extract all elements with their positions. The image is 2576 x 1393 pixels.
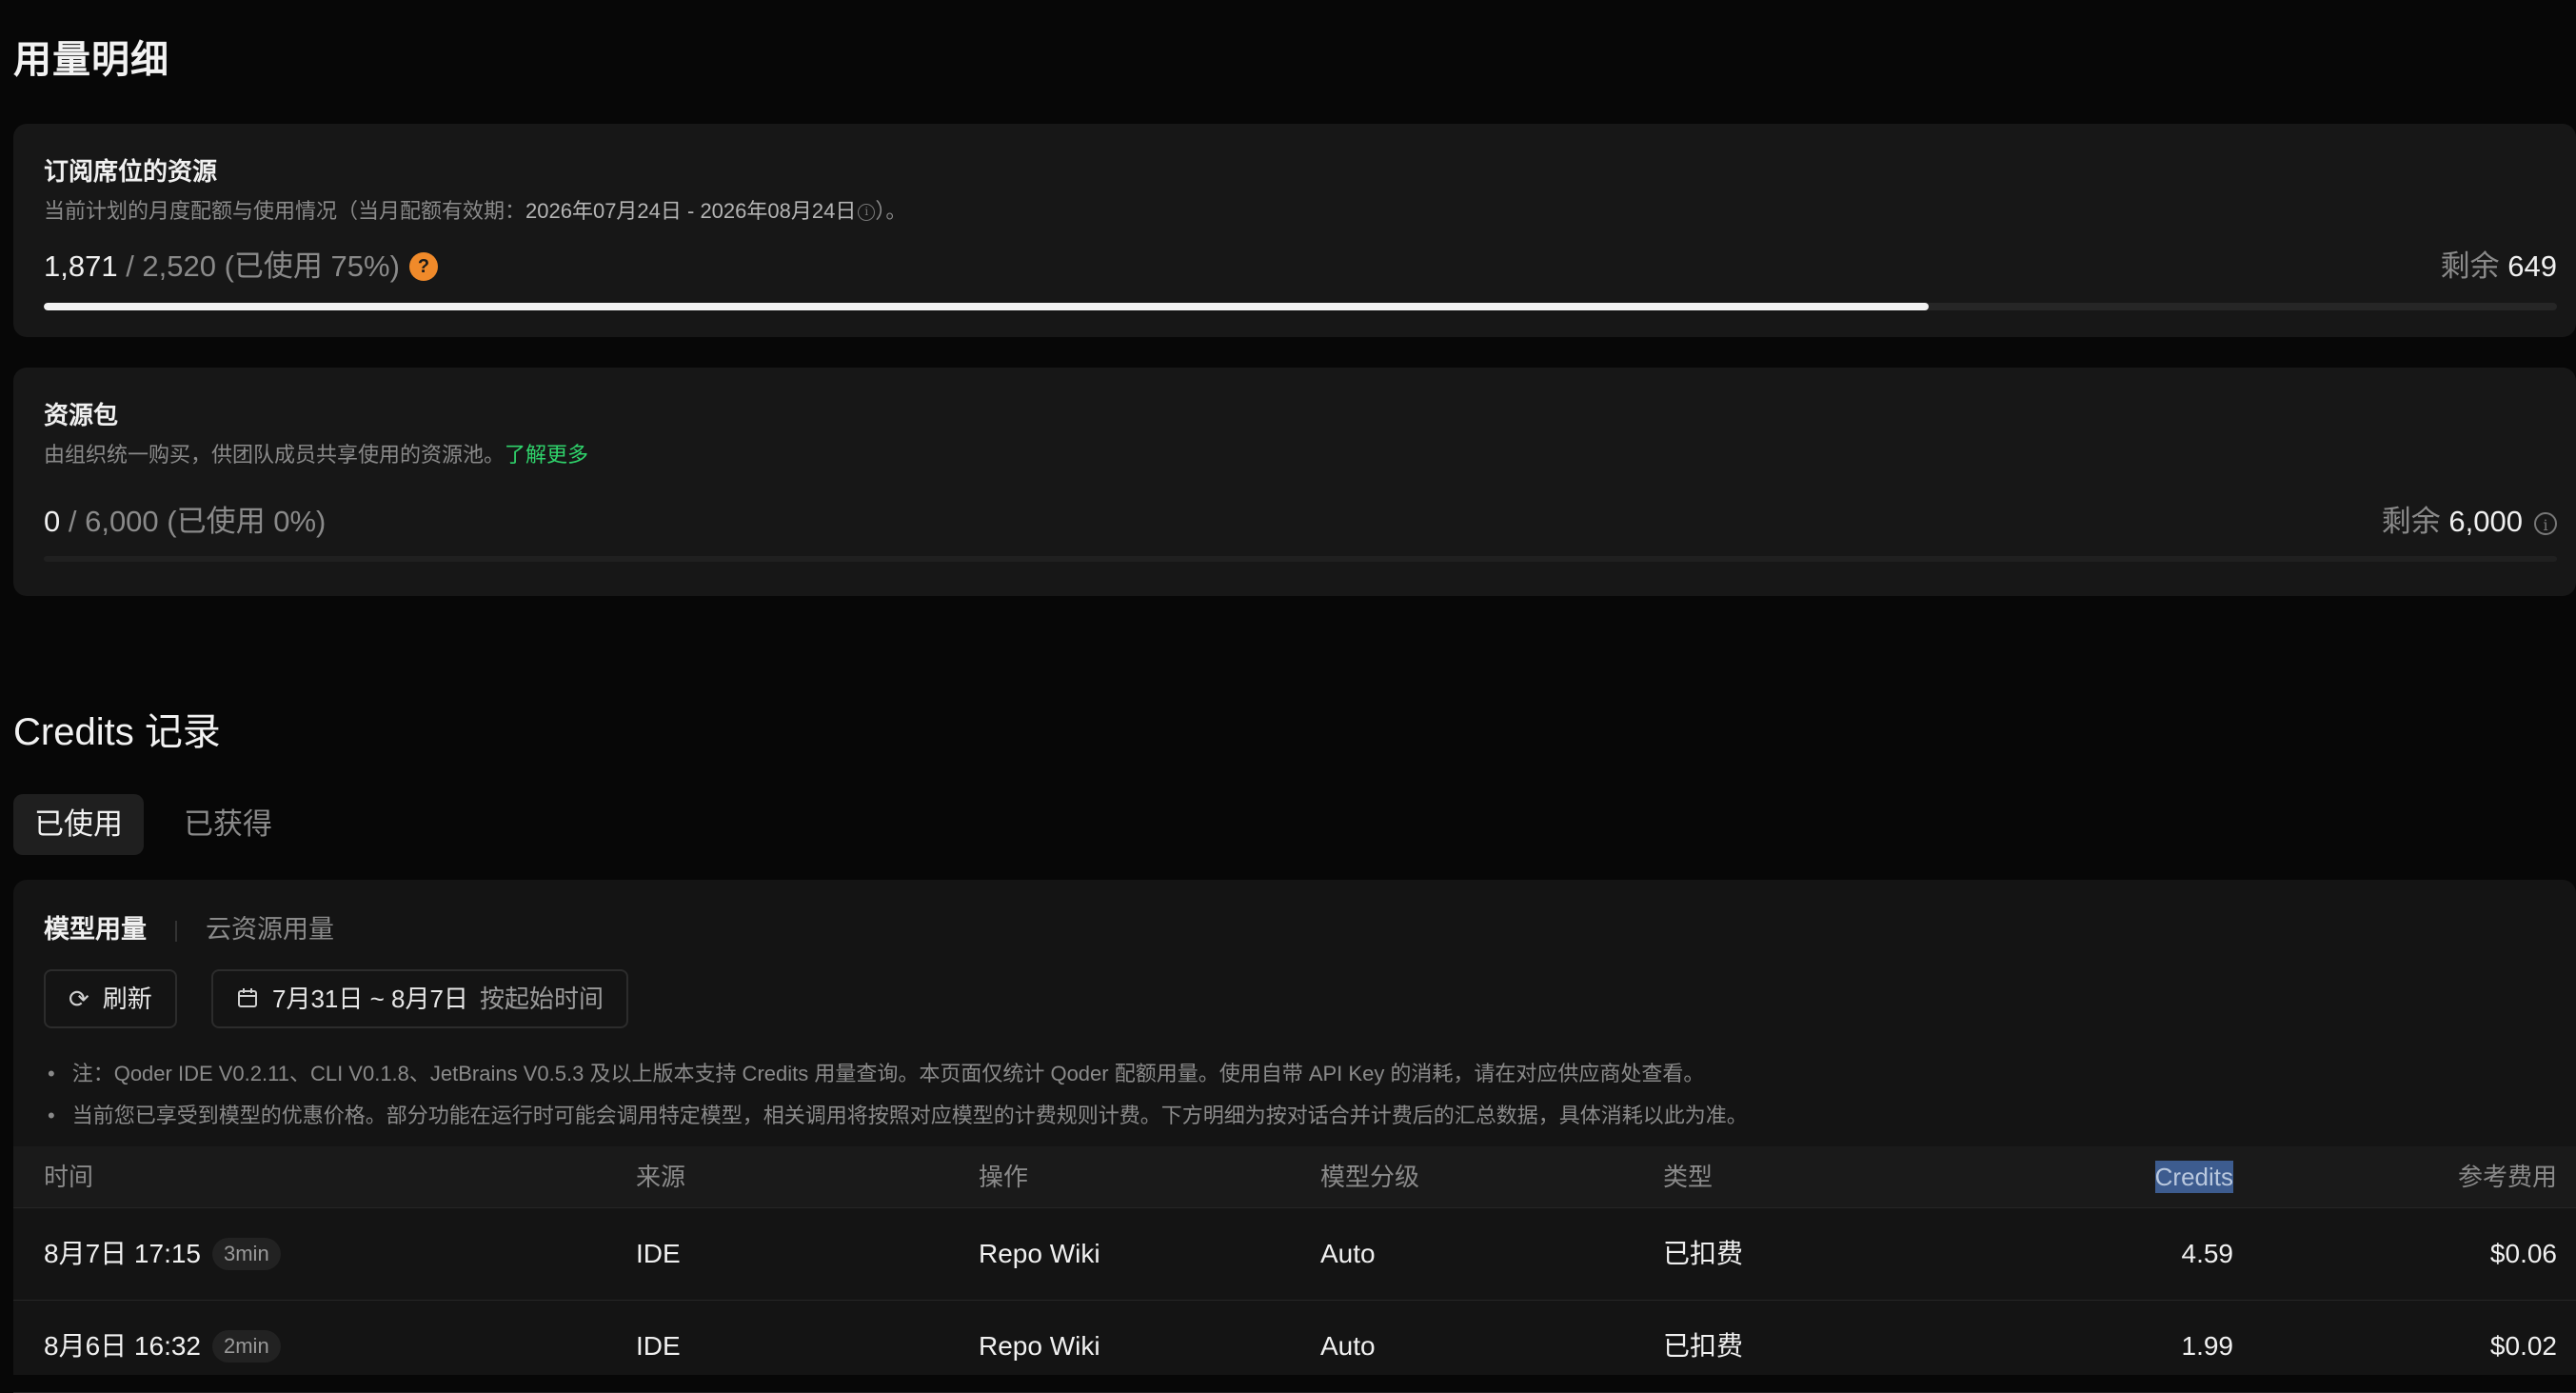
col-model-tier[interactable]: 模型分级 <box>1320 1146 1419 1207</box>
refresh-button[interactable]: ⟳ 刷新 <box>44 969 177 1028</box>
refresh-icon: ⟳ <box>69 985 89 1013</box>
table-row[interactable]: 8月7日 17:15 3min IDE Repo Wiki Auto 已扣费 4.… <box>13 1208 2576 1301</box>
duration-badge: 2min <box>212 1329 281 1363</box>
col-source[interactable]: 来源 <box>636 1146 685 1207</box>
pack-desc-text: 由组织统一购买，供团队成员共享使用的资源池。 <box>44 443 505 467</box>
subtab-divider <box>175 920 177 942</box>
note-item: 当前您已享受到模型的优惠价格。部分功能在运行时可能会调用特定模型，相关调用将按照… <box>48 1095 1748 1137</box>
date-range-value: 7月31日 ~ 8月7日 <box>272 985 468 1013</box>
pack-desc: 由组织统一购买，供团队成员共享使用的资源池。了解更多 <box>44 438 588 468</box>
page-title: 用量明细 <box>13 39 169 81</box>
cell-credits: 1.99 <box>2181 1331 2234 1361</box>
date-range-picker[interactable]: 7月31日 ~ 8月7日 按起始时间 <box>211 969 628 1028</box>
pack-remain-label: 剩余 <box>2381 505 2449 538</box>
subscription-desc: 当前计划的月度配额与使用情况（当月配额有效期：2026年07月24日 - 202… <box>44 194 906 225</box>
cell-time: 8月6日 16:32 2min <box>44 1301 281 1392</box>
info-icon[interactable]: i <box>858 204 876 222</box>
usage-notes: 注：Qoder IDE V0.2.11、CLI V0.1.8、JetBrains… <box>48 1053 1748 1137</box>
time-value: 8月7日 17:15 <box>44 1239 201 1268</box>
pack-title: 资源包 <box>44 401 119 429</box>
note-item: 注：Qoder IDE V0.2.11、CLI V0.1.8、JetBrains… <box>48 1053 1748 1095</box>
help-icon[interactable]: ? <box>408 251 438 281</box>
resource-pack-card: 资源包 由组织统一购买，供团队成员共享使用的资源池。了解更多 0 / 6,000… <box>13 368 2576 596</box>
cell-cost: $0.06 <box>2489 1239 2557 1268</box>
col-credits[interactable]: Credits <box>2154 1146 2233 1207</box>
time-value: 8月6日 16:32 <box>44 1331 201 1361</box>
cell-time: 8月7日 17:15 3min <box>44 1208 281 1300</box>
col-type[interactable]: 类型 <box>1663 1146 1713 1207</box>
tab-earned[interactable]: 已获得 <box>163 794 293 855</box>
table-header: 时间 来源 操作 模型分级 类型 Credits 参考费用 <box>13 1146 2576 1208</box>
credits-tabs: 已使用 已获得 <box>13 794 312 855</box>
col-reference-cost[interactable]: 参考费用 <box>2458 1146 2557 1207</box>
duration-badge: 3min <box>212 1237 281 1270</box>
subscription-progress-fill <box>44 303 1929 310</box>
subscription-remaining: 剩余 649 <box>2441 242 2557 285</box>
credits-title: Credits 记录 <box>13 711 221 753</box>
info-icon[interactable]: i <box>2534 511 2557 535</box>
subscription-desc-prefix: 当前计划的月度配额与使用情况（当月配额有效期： <box>44 199 526 223</box>
pack-quota: 0 / 6,000 (已使用 0%) <box>44 497 326 540</box>
subtab-cloud-usage[interactable]: 云资源用量 <box>206 908 334 945</box>
calendar-icon <box>236 971 259 1026</box>
pack-remain-value: 6,000 <box>2448 505 2523 538</box>
cell-type: 已扣费 <box>1663 1331 1744 1361</box>
cell-type: 已扣费 <box>1663 1239 1744 1268</box>
cell-cost: $0.02 <box>2489 1331 2557 1361</box>
tab-used[interactable]: 已使用 <box>13 794 144 855</box>
subscription-card: 订阅席位的资源 当前计划的月度配额与使用情况（当月配额有效期：2026年07月2… <box>13 124 2576 337</box>
pack-progress-track <box>44 556 2557 562</box>
cell-credits: 4.59 <box>2181 1239 2234 1268</box>
cell-model-tier: Auto <box>1320 1331 1376 1361</box>
credits-panel: 模型用量 云资源用量 ⟳ 刷新 7月31日 ~ 8月7日按起始时间 注：Qoder … <box>13 880 2576 1393</box>
table-row[interactable]: 8月6日 16:32 2min IDE Repo Wiki Auto 已扣费 1.… <box>13 1301 2576 1393</box>
remain-value: 649 <box>2507 249 2557 283</box>
subscription-title: 订阅席位的资源 <box>44 157 218 186</box>
remain-label: 剩余 <box>2440 249 2508 283</box>
learn-more-link[interactable]: 了解更多 <box>505 443 588 467</box>
subscription-desc-suffix: ）。 <box>875 199 907 223</box>
col-time[interactable]: 时间 <box>44 1146 93 1207</box>
pack-remaining: 剩余 6,000 i <box>2382 497 2557 540</box>
cell-operation: Repo Wiki <box>979 1239 1100 1268</box>
cell-source: IDE <box>636 1331 681 1361</box>
subscription-quota: 1,871 / 2,520 (已使用 75%)? <box>44 242 438 285</box>
sort-label[interactable]: 按起始时间 <box>480 985 604 1013</box>
subscription-total: / 2,520 (已使用 75%) <box>117 249 400 283</box>
usage-subtabs: 模型用量 云资源用量 <box>44 908 334 945</box>
col-credits-label: Credits <box>2154 1161 2233 1193</box>
subscription-used: 1,871 <box>44 249 118 283</box>
subtab-model-usage[interactable]: 模型用量 <box>44 908 147 945</box>
refresh-label: 刷新 <box>102 985 152 1013</box>
subscription-period: 2026年07月24日 - 2026年08月24日 <box>525 199 857 223</box>
cell-model-tier: Auto <box>1320 1239 1376 1268</box>
pack-used: 0 <box>44 505 61 538</box>
pack-total: / 6,000 (已使用 0%) <box>60 505 327 538</box>
cell-operation: Repo Wiki <box>979 1331 1100 1361</box>
col-operation[interactable]: 操作 <box>979 1146 1028 1207</box>
cell-source: IDE <box>636 1239 681 1268</box>
subscription-progress-track <box>44 303 2557 310</box>
